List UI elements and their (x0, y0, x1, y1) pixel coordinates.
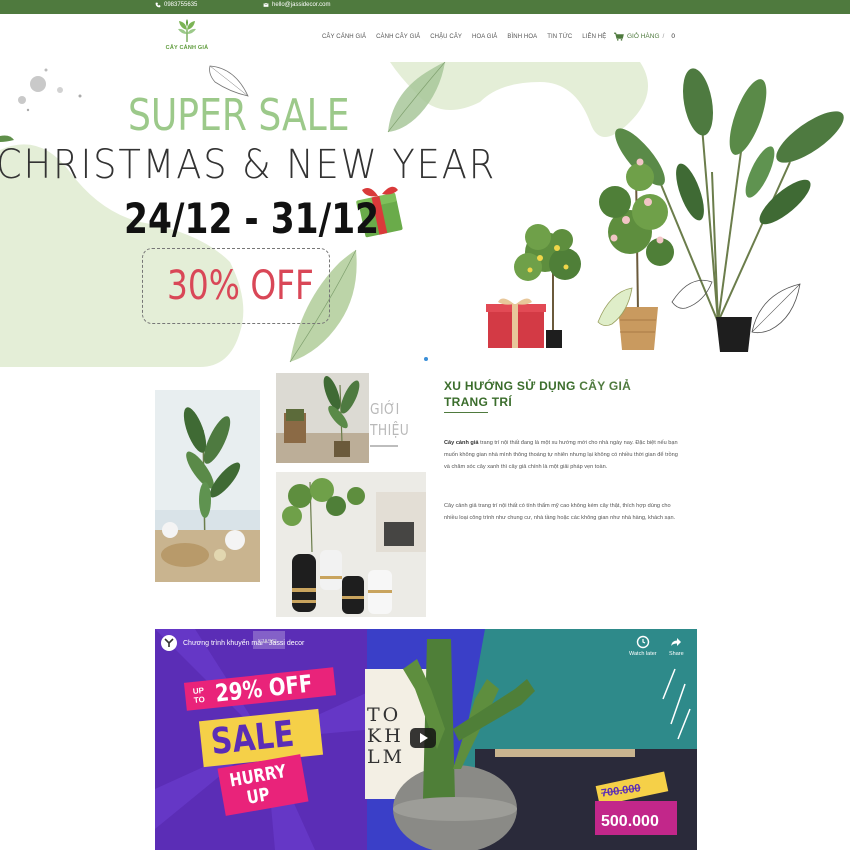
jassi-brand-tag: JASSI (253, 631, 285, 649)
side-label-underline (370, 445, 398, 447)
intro-photo-chair (276, 373, 369, 463)
intro-photo-vases (276, 472, 426, 617)
intro-paragraph-2: Cây cảnh giả trang trí nội thất có tính … (444, 503, 676, 522)
clock-icon (636, 635, 650, 649)
promo-up: UP (245, 784, 272, 809)
cart-count: 0 (671, 33, 675, 40)
intro-paragraph-1: Cây cảnh giả trang trí nội thất đang là … (444, 437, 680, 474)
cart-separator: / (662, 33, 665, 40)
top-bar: 0983755635 hello@jassidecor.com (0, 0, 850, 14)
watch-later-label: Watch later (629, 651, 657, 657)
email-address: hello@jassidecor.com (272, 2, 331, 8)
watch-later-button[interactable]: Watch later (629, 635, 657, 657)
discount-box: 30% OFF (142, 248, 330, 324)
gioi-thieu-label: GIỚI THIỆU (370, 400, 410, 468)
intro-photo-living-room (155, 390, 260, 582)
intro-heading-underline (444, 412, 488, 413)
promo-sale: SALE (209, 713, 296, 764)
share-label: Share (669, 651, 684, 657)
promo-up-to: UP TO (192, 685, 206, 705)
page: 0983755635 hello@jassidecor.com CÂY CẢNH… (0, 0, 850, 850)
share-button[interactable]: Share (669, 635, 684, 657)
cart-link[interactable]: GIỎ HÀNG / 0 (614, 32, 675, 41)
mail-icon (263, 3, 269, 7)
hero-banner[interactable]: SUPER SALE CHRISTMAS & NEW YEAR 24/12 - … (0, 62, 850, 367)
hero-headline: SUPER SALE (128, 90, 350, 141)
nav-item-lien-he[interactable]: LIÊN HỆ (582, 34, 606, 40)
intro-para1-bold: Cây cảnh giả (444, 440, 479, 446)
hero-subheadline: CHRISTMAS & NEW YEAR (0, 142, 497, 188)
logo-text: CÂY CẢNH GIẢ (165, 45, 209, 51)
nav-item-tin-tuc[interactable]: TIN TỨC (547, 34, 572, 40)
jassi-brand-text: JASSI (261, 639, 277, 645)
channel-avatar[interactable] (161, 635, 177, 651)
site-header: CÂY CẢNH GIẢ CÂY CẢNH GIẢ CÀNH CÂY GIẢ C… (0, 14, 850, 62)
intro-title-part1: XU HƯỚNG SỬ DỤNG (444, 379, 580, 393)
main-nav: CÂY CẢNH GIẢ CÀNH CÂY GIẢ CHẬU CÂY HOA G… (322, 34, 606, 40)
cart-icon (614, 32, 624, 41)
nav-item-cay-canh-gia[interactable]: CÂY CẢNH GIẢ (322, 34, 366, 40)
intro-title-highlight: CÂY GIẢ (579, 379, 632, 393)
site-logo[interactable]: CÂY CẢNH GIẢ (165, 18, 209, 51)
phone-number: 0983755635 (164, 2, 198, 8)
nav-item-binh-hoa[interactable]: BÌNH HOA (507, 34, 537, 40)
phone-contact[interactable]: 0983755635 (155, 2, 197, 8)
intro-para1-text: trang trí nội thất đang là một xu hướng … (444, 440, 678, 471)
intro-title-part2: TRANG TRÍ (444, 395, 513, 409)
red-gift-illustration (486, 298, 546, 348)
nav-item-hoa-gia[interactable]: HOA GIẢ (472, 34, 497, 40)
share-icon (671, 638, 682, 646)
channel-logo-icon (164, 638, 174, 647)
nav-item-chau-cay[interactable]: CHẬU CÂY (430, 34, 462, 40)
email-contact[interactable]: hello@jassidecor.com (263, 2, 330, 8)
nav-item-canh-cay-gia[interactable]: CÀNH CÂY GIẢ (376, 34, 420, 40)
leaf-logo-icon (178, 19, 196, 42)
side-label-gioi: GIỚI (370, 400, 400, 418)
play-button[interactable] (410, 728, 436, 748)
cart-label: GIỎ HÀNG (627, 33, 660, 40)
discount-text: 30% OFF (167, 263, 314, 309)
phone-icon (155, 2, 161, 8)
new-price: 500.000 (601, 813, 659, 830)
slider-dot[interactable] (424, 357, 428, 361)
video-title[interactable]: Chương trình khuyến mãi - Jassi decor (183, 640, 304, 647)
side-label-thieu: THIỆU (370, 421, 410, 439)
hero-dates: 24/12 - 31/12 (124, 194, 380, 243)
intro-heading: XU HƯỚNG SỬ DỤNG CÂY GIẢ TRANG TRÍ (444, 378, 684, 410)
